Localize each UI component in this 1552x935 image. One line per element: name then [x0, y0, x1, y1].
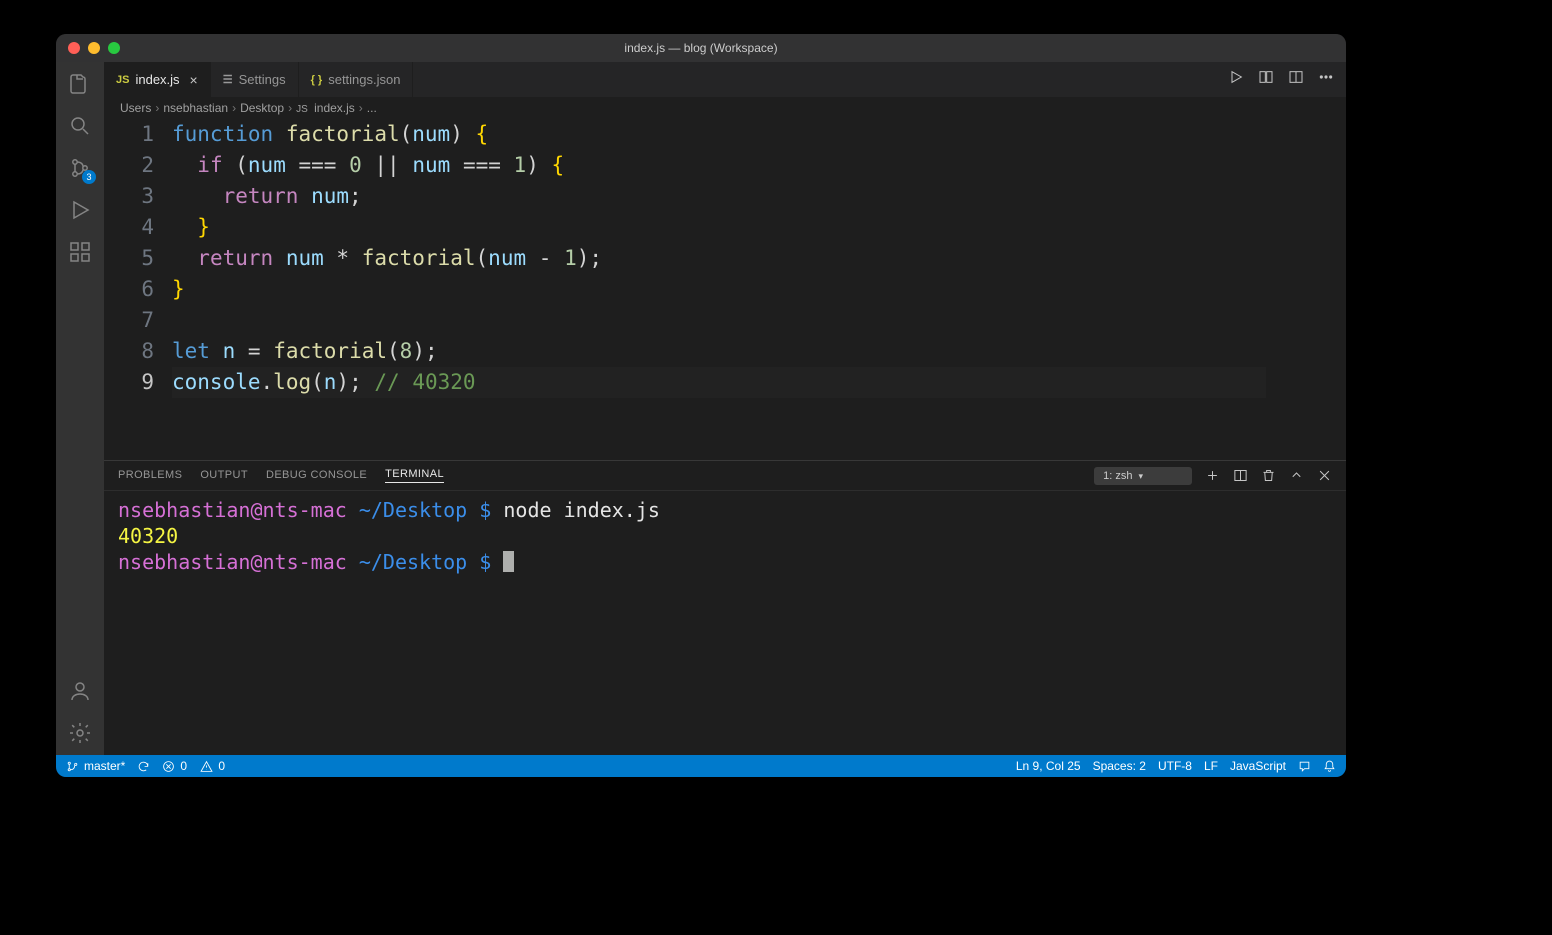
json-file-icon: { } [311, 74, 323, 86]
minimap[interactable] [1266, 119, 1346, 460]
tab-label: index.js [135, 72, 179, 87]
panel-tab[interactable]: PROBLEMS [118, 469, 182, 483]
editor-tab[interactable]: ☰ Settings [211, 62, 299, 97]
run-file-icon[interactable] [1228, 69, 1244, 90]
code-line[interactable]: return num * factorial(num - 1); [172, 243, 1266, 274]
git-branch[interactable]: master* [66, 759, 125, 773]
code-line[interactable]: console.log(n); // 40320 [172, 367, 1266, 398]
split-editor-icon[interactable] [1288, 69, 1304, 90]
code-line[interactable] [172, 305, 1266, 336]
terminal-selector[interactable]: 1: zsh▾ [1094, 467, 1192, 485]
extensions-icon[interactable] [66, 238, 94, 266]
breadcrumb-item[interactable]: JS index.js [296, 101, 355, 115]
code-line[interactable]: if (num === 0 || num === 1) { [172, 150, 1266, 181]
settings-icon: ☰ [223, 73, 233, 86]
panel-tabs: PROBLEMS OUTPUT DEBUG CONSOLE TERMINAL 1: z… [104, 461, 1346, 491]
split-compare-icon[interactable] [1258, 69, 1274, 90]
editor-actions [1228, 62, 1346, 97]
tab-label: Settings [239, 72, 286, 87]
accounts-icon[interactable] [66, 677, 94, 705]
breadcrumb-separator: › [155, 101, 159, 115]
split-terminal-icon[interactable] [1232, 468, 1248, 484]
panel-tab[interactable]: OUTPUT [200, 469, 248, 483]
kill-terminal-icon[interactable] [1260, 468, 1276, 484]
notifications-icon[interactable] [1323, 760, 1336, 773]
line-number: 5 [104, 243, 154, 274]
maximize-window-button[interactable] [108, 42, 120, 54]
indentation[interactable]: Spaces: 2 [1093, 759, 1146, 773]
chevron-down-icon: ▾ [1138, 471, 1143, 481]
language-mode[interactable]: JavaScript [1230, 759, 1286, 773]
terminal-line: 40320 [118, 523, 1332, 549]
statusbar: master* 0 0 Ln 9, Col 25 Spaces: 2 UTF-8… [56, 755, 1346, 777]
line-number: 4 [104, 212, 154, 243]
cursor-position[interactable]: Ln 9, Col 25 [1016, 759, 1081, 773]
breadcrumb-item[interactable]: Users [120, 101, 151, 115]
line-number: 1 [104, 119, 154, 150]
activity-bar: 3 [56, 62, 104, 755]
new-terminal-icon[interactable] [1204, 468, 1220, 484]
js-file-icon: JS [296, 104, 308, 115]
panel: PROBLEMS OUTPUT DEBUG CONSOLE TERMINAL 1: z… [104, 460, 1346, 755]
close-tab-icon[interactable]: × [190, 73, 198, 87]
window-title: index.js — blog (Workspace) [56, 41, 1346, 55]
traffic-lights [68, 42, 120, 54]
editor-tab[interactable]: { } settings.json [299, 62, 414, 97]
code-line[interactable]: } [172, 212, 1266, 243]
breadcrumb[interactable]: Users › nsebhastian › Desktop › JS index.js ›..… [104, 97, 1346, 119]
line-number: 9 [104, 367, 154, 398]
line-gutter: 123456789 [104, 119, 172, 460]
terminal-cursor [503, 551, 514, 572]
line-number: 7 [104, 305, 154, 336]
sync-icon[interactable] [137, 760, 150, 773]
line-number: 3 [104, 181, 154, 212]
feedback-icon[interactable] [1298, 760, 1311, 773]
run-debug-icon[interactable] [66, 196, 94, 224]
breadcrumb-item[interactable]: Desktop [240, 101, 284, 115]
code-area[interactable]: function factorial(num) { if (num === 0 … [172, 119, 1266, 460]
breadcrumb-separator: › [288, 101, 292, 115]
terminal-line: nsebhastian@nts-mac ~/Desktop $ node ind… [118, 497, 1332, 523]
settings-gear-icon[interactable] [66, 719, 94, 747]
explorer-icon[interactable] [66, 70, 94, 98]
code-editor[interactable]: 123456789 function factorial(num) { if (… [104, 119, 1346, 460]
eol[interactable]: LF [1204, 759, 1218, 773]
minimize-window-button[interactable] [88, 42, 100, 54]
code-line[interactable]: function factorial(num) { [172, 119, 1266, 150]
titlebar: index.js — blog (Workspace) [56, 34, 1346, 62]
panel-tab[interactable]: TERMINAL [385, 468, 444, 483]
js-file-icon: JS [116, 74, 129, 86]
scm-badge: 3 [82, 170, 96, 184]
breadcrumb-separator: › [359, 101, 363, 115]
tab-label: settings.json [328, 72, 400, 87]
close-panel-icon[interactable] [1316, 468, 1332, 484]
close-window-button[interactable] [68, 42, 80, 54]
terminal-output[interactable]: nsebhastian@nts-mac ~/Desktop $ node ind… [104, 491, 1346, 755]
terminal-line: nsebhastian@nts-mac ~/Desktop $ [118, 549, 1332, 575]
line-number: 2 [104, 150, 154, 181]
search-icon[interactable] [66, 112, 94, 140]
encoding[interactable]: UTF-8 [1158, 759, 1192, 773]
line-number: 6 [104, 274, 154, 305]
code-line[interactable]: } [172, 274, 1266, 305]
code-line[interactable]: return num; [172, 181, 1266, 212]
problems-status[interactable]: 0 0 [162, 759, 225, 773]
editor-tab[interactable]: JS index.js × [104, 62, 211, 97]
breadcrumb-separator: › [232, 101, 236, 115]
breadcrumb-item[interactable]: ... [367, 101, 377, 115]
line-number: 8 [104, 336, 154, 367]
code-line[interactable]: let n = factorial(8); [172, 336, 1266, 367]
editor-tabs: JS index.js × ☰ Settings { } settings.json [104, 62, 1346, 97]
panel-tab[interactable]: DEBUG CONSOLE [266, 469, 367, 483]
maximize-panel-icon[interactable] [1288, 468, 1304, 484]
more-actions-icon[interactable] [1318, 69, 1334, 90]
source-control-icon[interactable]: 3 [66, 154, 94, 182]
breadcrumb-item[interactable]: nsebhastian [163, 101, 228, 115]
vscode-window: index.js — blog (Workspace) 3 JS index.js… [56, 34, 1346, 777]
